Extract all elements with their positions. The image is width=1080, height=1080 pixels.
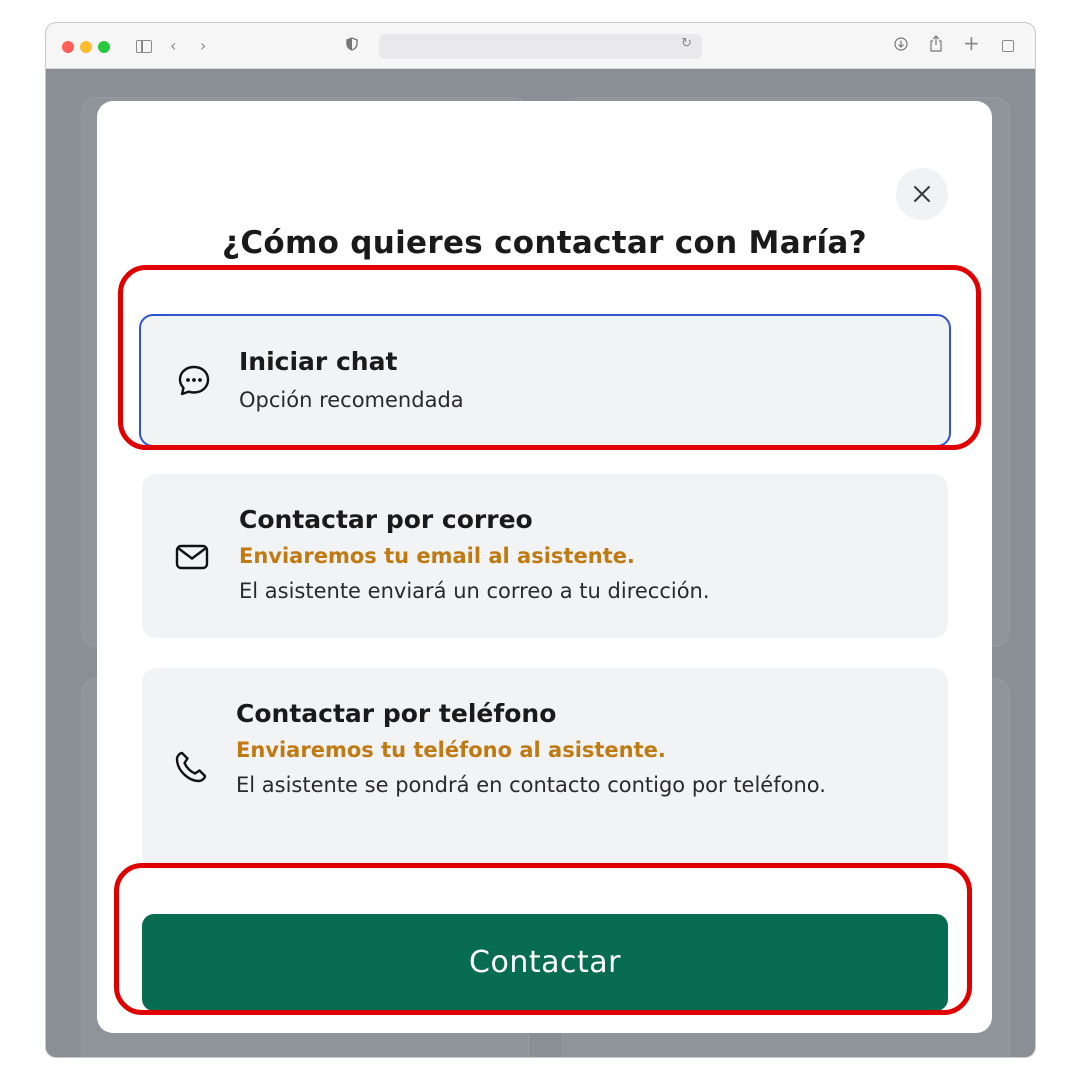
contact-modal: ¿Cómo quieres contactar con María? Inici… bbox=[97, 101, 992, 1033]
option-title: Contactar por teléfono bbox=[236, 699, 557, 728]
forward-icon[interactable]: › bbox=[200, 35, 206, 57]
option-warning: Enviaremos tu email al asistente. bbox=[239, 544, 635, 568]
back-icon[interactable]: ‹ bbox=[170, 35, 176, 57]
phone-icon bbox=[175, 751, 207, 783]
sidebar-toggle-icon[interactable] bbox=[136, 40, 152, 53]
option-description: El asistente enviará un correo a tu dire… bbox=[239, 579, 710, 603]
share-icon[interactable] bbox=[929, 35, 943, 58]
option-description: El asistente se pondrá en contacto conti… bbox=[236, 773, 826, 797]
chat-bubble-icon bbox=[178, 365, 210, 396]
close-window-button[interactable] bbox=[62, 41, 74, 53]
download-icon[interactable] bbox=[894, 35, 908, 57]
contact-button[interactable]: Contactar bbox=[142, 914, 948, 1011]
close-icon bbox=[914, 186, 930, 202]
option-subtitle: Opción recomendada bbox=[239, 388, 464, 412]
browser-toolbar: ‹ › ↻ + bbox=[46, 23, 1035, 69]
browser-window: ‹ › ↻ + ¿Cómo quieres contactar con Marí… bbox=[46, 23, 1035, 1057]
option-start-chat[interactable]: Iniciar chat Opción recomendada bbox=[139, 314, 951, 447]
reload-icon[interactable]: ↻ bbox=[681, 36, 692, 51]
address-bar[interactable]: ↻ bbox=[379, 34, 702, 59]
new-tab-icon[interactable]: + bbox=[963, 32, 980, 54]
privacy-shield-icon[interactable] bbox=[346, 35, 358, 57]
option-contact-phone[interactable]: Contactar por teléfono Enviaremos tu tel… bbox=[142, 668, 948, 869]
option-title: Contactar por correo bbox=[239, 505, 533, 534]
modal-title: ¿Cómo quieres contactar con María? bbox=[222, 225, 867, 261]
mail-icon bbox=[175, 544, 209, 570]
zoom-window-button[interactable] bbox=[98, 41, 110, 53]
minimize-window-button[interactable] bbox=[80, 41, 92, 53]
close-modal-button[interactable] bbox=[896, 168, 948, 220]
option-title: Iniciar chat bbox=[239, 347, 398, 376]
option-contact-email[interactable]: Contactar por correo Enviaremos tu email… bbox=[142, 474, 948, 638]
tab-overview-icon[interactable] bbox=[1002, 40, 1014, 52]
option-warning: Enviaremos tu teléfono al asistente. bbox=[236, 738, 666, 762]
